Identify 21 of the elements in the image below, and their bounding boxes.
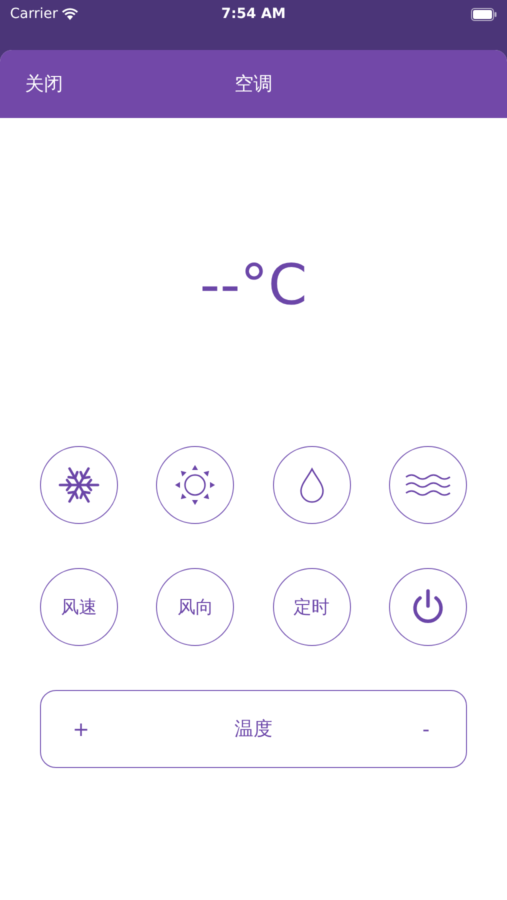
temperature-reading: --°C bbox=[200, 258, 308, 314]
close-button[interactable]: 关闭 bbox=[25, 70, 63, 98]
sun-icon bbox=[173, 463, 218, 507]
water-drop-icon bbox=[298, 467, 326, 503]
mode-button[interactable] bbox=[388, 446, 467, 524]
mode-button[interactable]: 风速 bbox=[40, 568, 118, 646]
clock-time: 7:54 AM bbox=[221, 4, 286, 24]
battery-icon bbox=[471, 8, 497, 20]
carrier-label: Carrier bbox=[10, 4, 58, 24]
decrease-button[interactable]: - bbox=[416, 714, 436, 744]
mode-button[interactable]: 定时 bbox=[272, 568, 351, 646]
mode-button[interactable] bbox=[272, 446, 351, 524]
nav-title: 空调 bbox=[234, 72, 272, 97]
temperature-label: 温度 bbox=[234, 716, 272, 742]
wifi-icon bbox=[62, 8, 78, 20]
increase-button[interactable]: + bbox=[71, 714, 91, 744]
snowflake-icon bbox=[57, 465, 101, 505]
waves-icon bbox=[404, 473, 452, 497]
mode-button[interactable] bbox=[40, 446, 118, 524]
mode-button[interactable]: 风向 bbox=[156, 568, 234, 646]
mode-button[interactable] bbox=[156, 446, 234, 524]
